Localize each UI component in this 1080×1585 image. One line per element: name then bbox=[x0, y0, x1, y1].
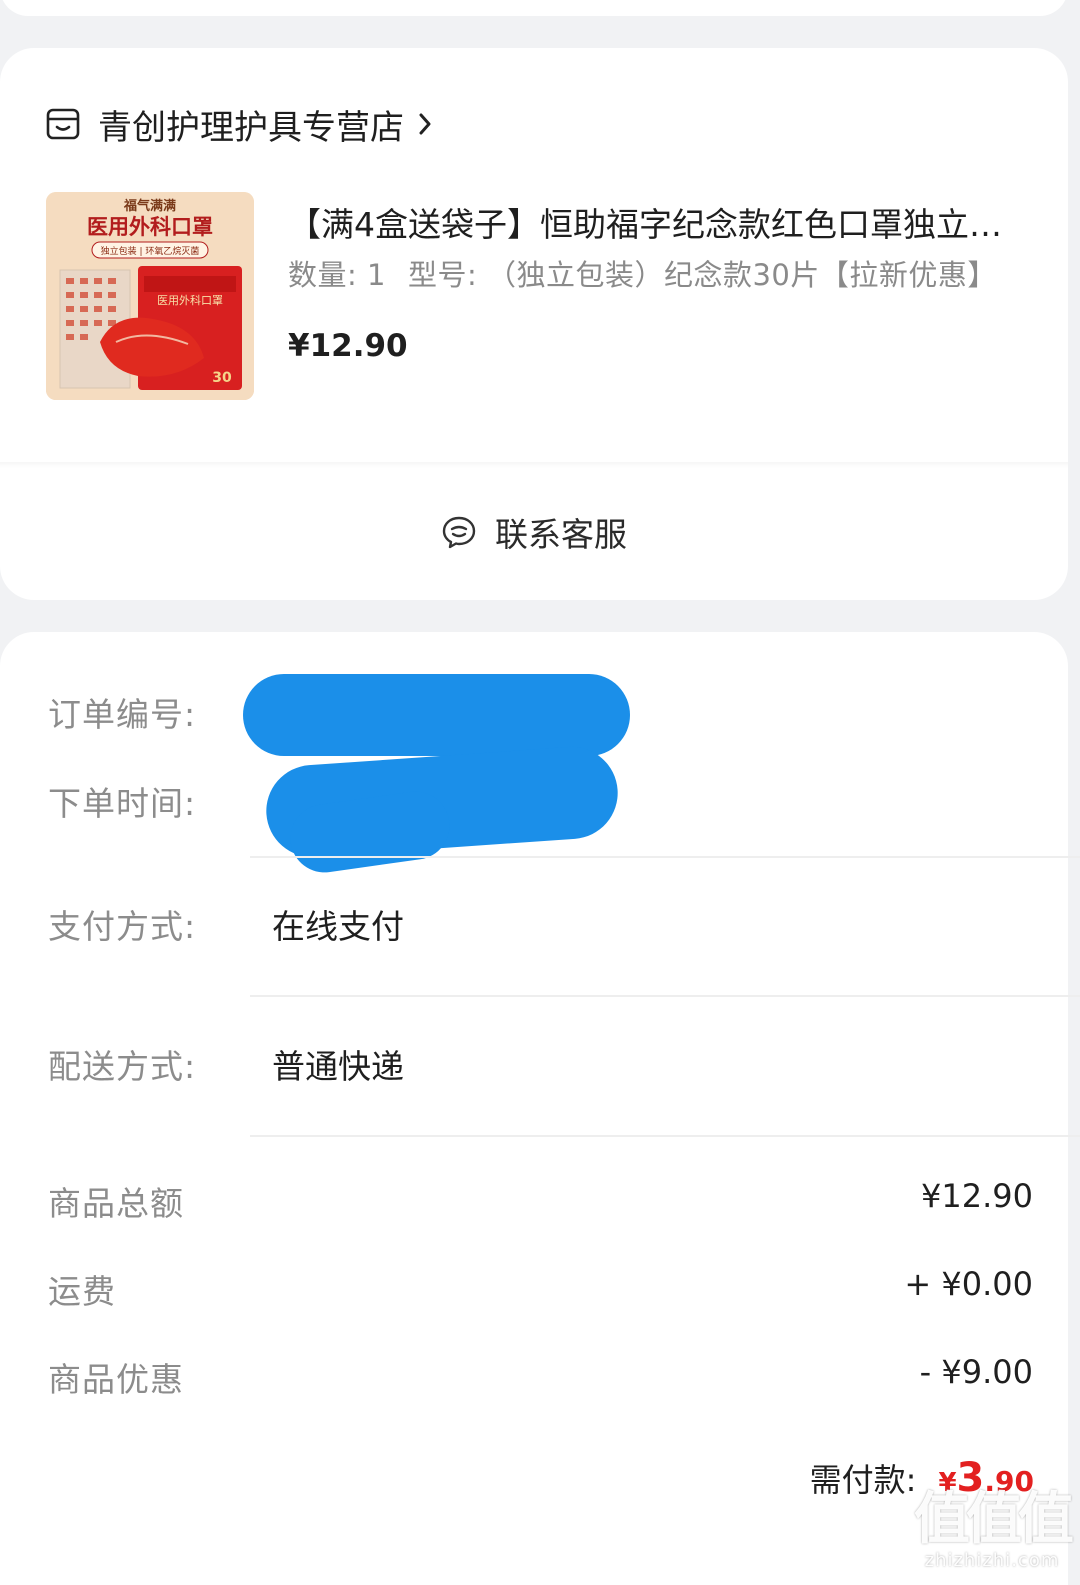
product-image-main-text: 医用外科口罩 bbox=[87, 215, 213, 239]
order-number-redaction bbox=[243, 674, 630, 756]
product-spec: 数量: 1 型号: （独立包装）纪念款30片【拉新优惠】 bbox=[288, 252, 997, 294]
delivery-method-value: 普通快递 bbox=[272, 1047, 404, 1086]
product-title[interactable]: 【满4盒送袋子】恒助福字纪念款红色口罩独立包装 bbox=[288, 198, 1018, 250]
goods-total-label: 商品总额 bbox=[48, 1184, 184, 1223]
product-image-count-text: 30 bbox=[212, 370, 232, 386]
watermark-url: zhizhizhi.com bbox=[924, 1550, 1060, 1571]
row-separator bbox=[250, 995, 1080, 997]
row-separator bbox=[250, 1135, 1080, 1137]
row-separator bbox=[250, 856, 1080, 858]
order-number-label: 订单编号: bbox=[48, 695, 197, 734]
product-image-box-text: 医用外科口罩 bbox=[157, 293, 223, 307]
previous-card bbox=[0, 0, 1068, 16]
product-price: ¥12.90 bbox=[288, 328, 408, 364]
store-icon bbox=[46, 108, 80, 140]
chevron-right-icon bbox=[419, 113, 431, 135]
payment-method-value: 在线支付 bbox=[272, 907, 404, 946]
shipping-fee-label: 运费 bbox=[48, 1272, 116, 1311]
contact-service-label: 联系客服 bbox=[495, 515, 627, 554]
goods-discount-value: - ¥9.00 bbox=[919, 1353, 1033, 1391]
goods-discount-label: 商品优惠 bbox=[48, 1360, 184, 1399]
product-image[interactable]: 福气满满 医用外科口罩 独立包装 | 环氧乙烷灭菌 医用外科口罩 30 bbox=[46, 192, 254, 400]
order-time-label: 下单时间: bbox=[48, 784, 197, 823]
store-link[interactable]: 青创护理护具专营店 bbox=[46, 98, 432, 150]
amount-due-label: 需付款: bbox=[809, 1461, 917, 1499]
product-model: 型号: （独立包装）纪念款30片【拉新优惠】 bbox=[407, 258, 997, 292]
product-image-sub-text: 独立包装 | 环氧乙烷灭菌 bbox=[101, 245, 200, 257]
product-image-art: 福气满满 医用外科口罩 独立包装 | 环氧乙烷灭菌 医用外科口罩 30 bbox=[46, 192, 254, 400]
customer-service-icon bbox=[442, 516, 476, 549]
watermark-logo: 值值值 zhizhizhi.com bbox=[914, 1487, 1074, 1572]
card-divider bbox=[0, 462, 1068, 468]
watermark-mark: 值值值 bbox=[914, 1487, 1074, 1552]
order-detail-page: 青创护理护具专营店 福气满满 医用外科口罩 独立包装 | 环氧乙烷灭菌 医用外科… bbox=[0, 0, 1080, 1585]
product-image-top-text: 福气满满 bbox=[123, 198, 176, 214]
contact-service-button[interactable]: 联系客服 bbox=[0, 500, 1068, 564]
shipping-fee-value: + ¥0.00 bbox=[904, 1265, 1033, 1303]
delivery-method-label: 配送方式: bbox=[48, 1047, 197, 1086]
product-quantity: 数量: 1 bbox=[288, 258, 386, 292]
goods-total-value: ¥12.90 bbox=[921, 1177, 1033, 1215]
store-name: 青创护理护具专营店 bbox=[98, 107, 404, 148]
payment-method-label: 支付方式: bbox=[48, 907, 197, 946]
